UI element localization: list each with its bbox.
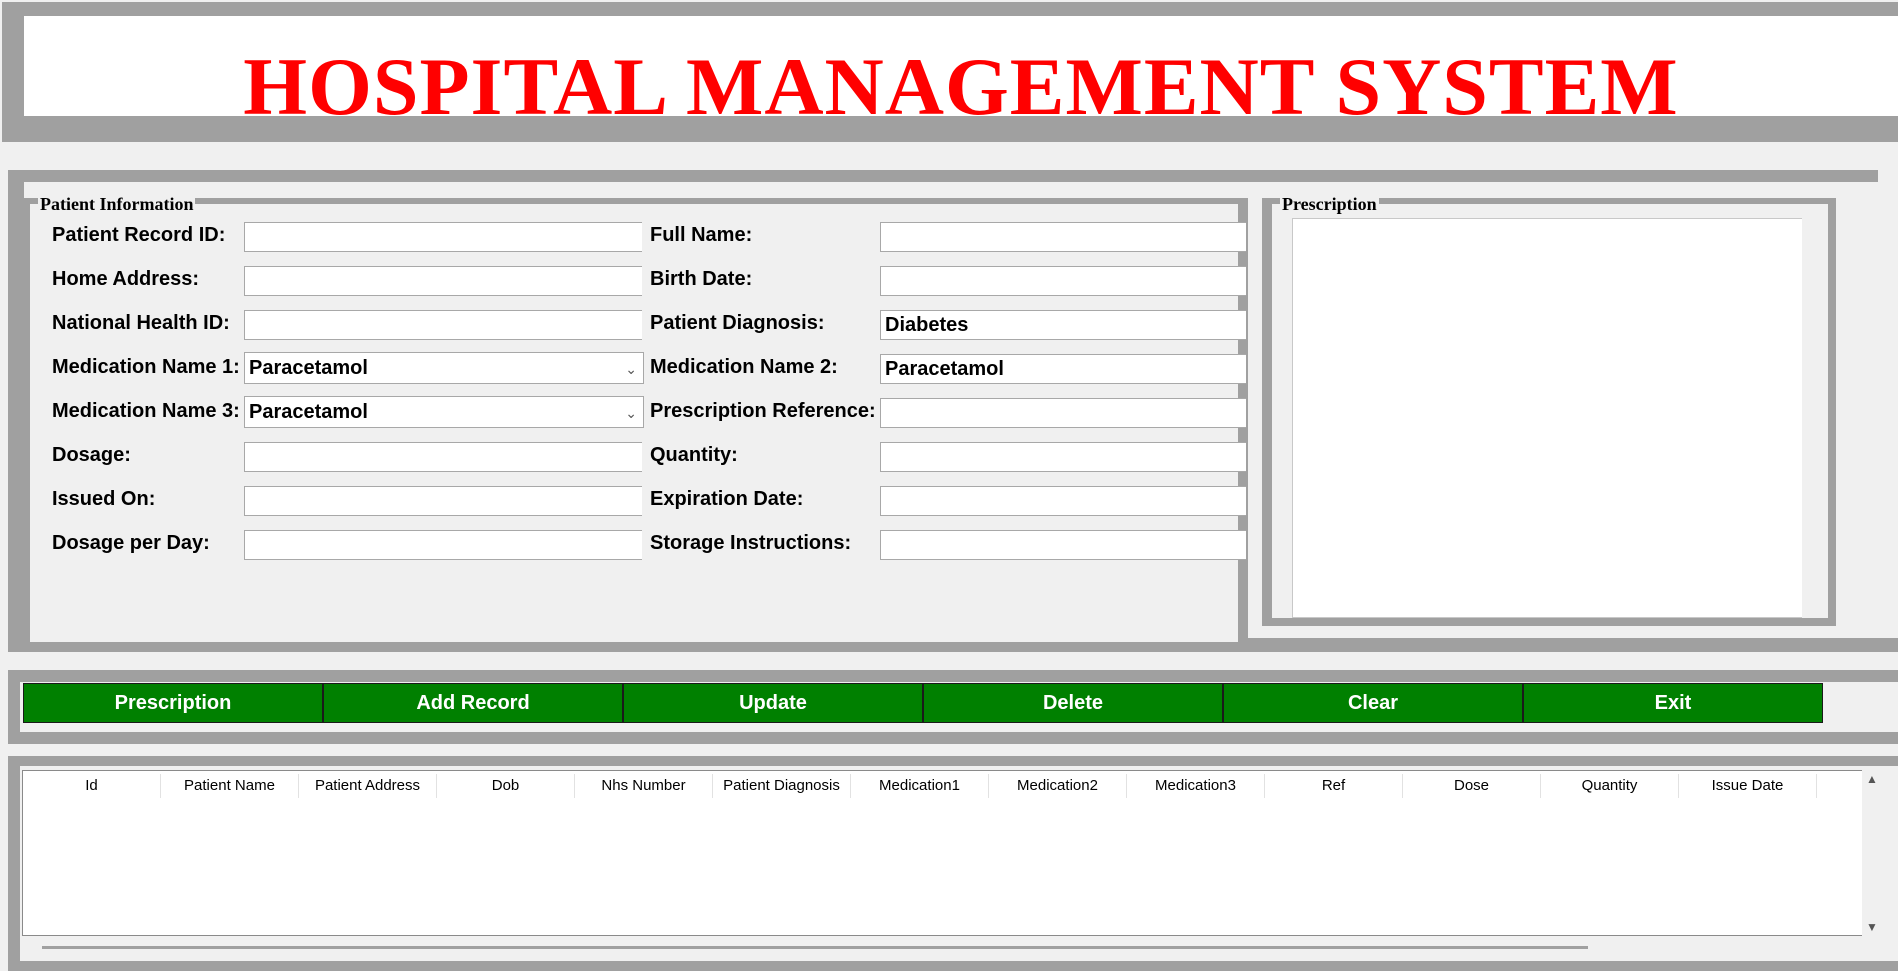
- column-header[interactable]: Patient Name: [161, 774, 299, 798]
- patient-record-id-label: Patient Record ID:: [52, 224, 226, 246]
- column-header[interactable]: Dose: [1403, 774, 1541, 798]
- issued-on-input[interactable]: [244, 486, 642, 516]
- medication-3-combo[interactable]: Paracetamol ⌄: [244, 396, 644, 428]
- medication-2-input[interactable]: Paracetamol: [880, 354, 1246, 384]
- column-header[interactable]: Ex: [1817, 774, 1865, 798]
- column-header[interactable]: Dob: [437, 774, 575, 798]
- table-header: Id Patient Name Patient Address Dob Nhs Numb…: [23, 771, 1865, 801]
- column-header[interactable]: Id: [23, 774, 161, 798]
- app-title: HOSPITAL MANAGEMENT SYSTEM: [243, 41, 1679, 132]
- column-header[interactable]: Patient Address: [299, 774, 437, 798]
- title-box: HOSPITAL MANAGEMENT SYSTEM: [2, 2, 1898, 142]
- birth-date-input[interactable]: [880, 266, 1246, 296]
- dosage-label: Dosage:: [52, 444, 131, 466]
- column-header[interactable]: Quantity: [1541, 774, 1679, 798]
- birth-date-label: Birth Date:: [650, 268, 753, 290]
- table-horizontal-scrollbar[interactable]: [22, 938, 1866, 958]
- quantity-label: Quantity:: [650, 444, 738, 466]
- medication-3-value: Paracetamol: [249, 401, 368, 423]
- home-address-label: Home Address:: [52, 268, 200, 290]
- chevron-down-icon[interactable]: ⌄: [625, 401, 637, 425]
- prescription-frame: Prescription: [1262, 194, 1836, 626]
- clear-button[interactable]: Clear: [1223, 683, 1523, 723]
- column-header[interactable]: Nhs Number: [575, 774, 713, 798]
- patient-diagnosis-label: Patient Diagnosis:: [650, 312, 825, 334]
- home-address-input[interactable]: [244, 266, 642, 296]
- exit-button[interactable]: Exit: [1523, 683, 1823, 723]
- national-health-id-input[interactable]: [244, 310, 642, 340]
- dosage-input[interactable]: [244, 442, 642, 472]
- arrow-down-icon[interactable]: ▼: [1866, 920, 1878, 934]
- national-health-id-label: National Health ID:: [52, 312, 230, 334]
- table-vertical-scrollbar[interactable]: ▲ ▼: [1862, 770, 1882, 936]
- scroll-thumb[interactable]: [42, 946, 1588, 949]
- medication-1-combo[interactable]: Paracetamol ⌄: [244, 352, 644, 384]
- prescription-button[interactable]: Prescription: [23, 683, 323, 723]
- storage-instructions-label: Storage Instructions:: [650, 532, 852, 554]
- column-header[interactable]: Issue Date: [1679, 774, 1817, 798]
- expiration-date-label: Expiration Date:: [650, 488, 804, 510]
- chevron-down-icon[interactable]: ⌄: [625, 357, 637, 381]
- column-header[interactable]: Patient Diagnosis: [713, 774, 851, 798]
- issued-on-label: Issued On:: [52, 488, 156, 510]
- patient-record-id-input[interactable]: [244, 222, 642, 252]
- prescription-reference-label: Prescription Reference:: [650, 400, 876, 422]
- column-header[interactable]: Ref: [1265, 774, 1403, 798]
- records-table[interactable]: Id Patient Name Patient Address Dob Nhs Numb…: [22, 770, 1866, 936]
- patient-info-title: Patient Information: [38, 194, 196, 215]
- prescription-reference-input[interactable]: [880, 398, 1246, 428]
- prescription-textarea[interactable]: [1292, 218, 1812, 618]
- prescription-frame-title: Prescription: [1280, 194, 1379, 215]
- full-name-label: Full Name:: [650, 224, 753, 246]
- medication-3-label: Medication Name 3:: [52, 400, 240, 422]
- column-header[interactable]: Medication2: [989, 774, 1127, 798]
- prescription-scrollbar[interactable]: [1802, 218, 1826, 618]
- arrow-up-icon[interactable]: ▲: [1866, 772, 1878, 786]
- update-button[interactable]: Update: [623, 683, 923, 723]
- delete-button[interactable]: Delete: [923, 683, 1223, 723]
- button-row: Prescription Add Record Update Delete Cl…: [23, 683, 1823, 723]
- column-header[interactable]: Medication3: [1127, 774, 1265, 798]
- expiration-date-input[interactable]: [880, 486, 1246, 516]
- medication-2-label: Medication Name 2:: [650, 356, 838, 378]
- full-name-input[interactable]: [880, 222, 1246, 252]
- column-header[interactable]: Medication1: [851, 774, 989, 798]
- add-record-button[interactable]: Add Record: [323, 683, 623, 723]
- medication-1-value: Paracetamol: [249, 357, 368, 379]
- quantity-input[interactable]: [880, 442, 1246, 472]
- patient-diagnosis-input[interactable]: Diabetes: [880, 310, 1246, 340]
- dosage-per-day-input[interactable]: [244, 530, 642, 560]
- dosage-per-day-label: Dosage per Day:: [52, 532, 210, 554]
- title-frame: HOSPITAL MANAGEMENT SYSTEM: [0, 0, 1898, 156]
- medication-1-label: Medication Name 1:: [52, 356, 240, 378]
- storage-instructions-input[interactable]: [880, 530, 1246, 560]
